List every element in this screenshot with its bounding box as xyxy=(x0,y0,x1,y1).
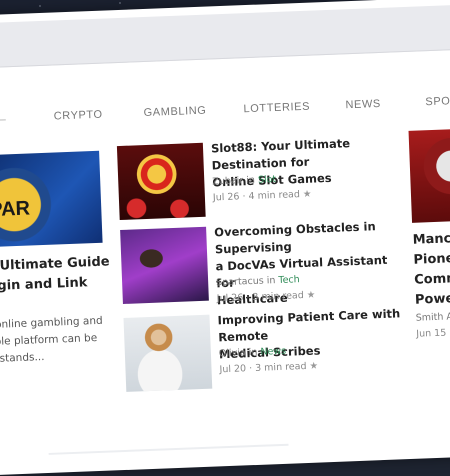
list-item[interactable]: Slot88: Your Ultimate Destination for On… xyxy=(116,136,370,226)
divider xyxy=(48,443,289,455)
post-thumbnail[interactable] xyxy=(116,142,206,221)
nav-item-sport[interactable]: SPORT xyxy=(425,95,450,109)
featured-image-text: PAR xyxy=(0,197,31,222)
right-post-image[interactable] xyxy=(408,128,450,223)
star-icon: ★ xyxy=(302,188,312,200)
featured-post[interactable]: PAR ur Ultimate Guide Login and Link of … xyxy=(0,150,115,365)
nav-divider xyxy=(0,119,6,121)
list-item[interactable]: Improving Patient Care with Remote Medic… xyxy=(123,306,400,398)
post-date: Jul 26 · 4 min read ★ xyxy=(213,189,312,204)
byline-in: in xyxy=(266,275,276,287)
nav-item-gambling[interactable]: GAMBLING xyxy=(143,105,206,119)
right-title-line: Comm xyxy=(413,271,450,288)
post-list: Slot88: Your Ultimate Destination for On… xyxy=(116,136,400,392)
post-category[interactable]: Slot xyxy=(258,174,277,186)
featured-excerpt: of online gambling and liable platform c… xyxy=(0,312,128,369)
post-date: Jul 20 · 3 min read ★ xyxy=(219,361,318,376)
featured-image[interactable]: PAR xyxy=(0,150,103,248)
post-category[interactable]: News xyxy=(260,346,286,358)
post-author[interactable]: Olivia xyxy=(219,347,246,359)
post-author[interactable]: Zubair xyxy=(212,175,243,187)
browser-window: m CRYPTO GAMBLING LOTTERIES NEWS SPORT P… xyxy=(0,0,450,476)
right-title-line: Manch xyxy=(412,230,450,248)
right-title-line: Powe xyxy=(414,291,450,308)
right-post-title[interactable]: Manch Pione Comm Powe xyxy=(412,228,450,311)
post-author[interactable]: Spartacus xyxy=(216,276,264,289)
right-post-date: Jun 15 · xyxy=(416,327,450,340)
post-category[interactable]: Tech xyxy=(278,274,300,286)
post-thumbnail[interactable] xyxy=(123,314,213,392)
nav-item-crypto[interactable]: CRYPTO xyxy=(53,109,102,123)
address-bar[interactable]: m xyxy=(0,4,450,70)
screen-stage: m CRYPTO GAMBLING LOTTERIES NEWS SPORT P… xyxy=(0,0,450,476)
byline-in: in xyxy=(248,346,258,359)
right-post-author[interactable]: Smith A xyxy=(416,311,450,323)
right-post[interactable]: Manch Pione Comm Powe Smith A Jun 15 · xyxy=(408,128,450,340)
excerpt-line: 55 stands... xyxy=(0,351,45,365)
star-icon: ★ xyxy=(309,360,319,372)
post-date-text: Jul 20 · 3 min read xyxy=(219,360,307,376)
star-icon: ★ xyxy=(306,289,316,301)
post-thumbnail[interactable] xyxy=(120,226,209,304)
featured-title[interactable]: ur Ultimate Guide Login and Link xyxy=(0,252,125,298)
nav-item-news[interactable]: NEWS xyxy=(345,98,381,111)
post-date-text: Jul 26 · 4 min read xyxy=(212,189,301,204)
nav-item-lotteries[interactable]: LOTTERIES xyxy=(243,101,310,116)
featured-title-line: Login and Link xyxy=(0,275,88,295)
byline-in: in xyxy=(246,174,256,187)
right-title-line: Pione xyxy=(413,251,450,268)
category-nav: CRYPTO GAMBLING LOTTERIES NEWS SPORT xyxy=(0,94,450,136)
list-item[interactable]: Overcoming Obstacles in Supervising a Do… xyxy=(120,219,388,310)
